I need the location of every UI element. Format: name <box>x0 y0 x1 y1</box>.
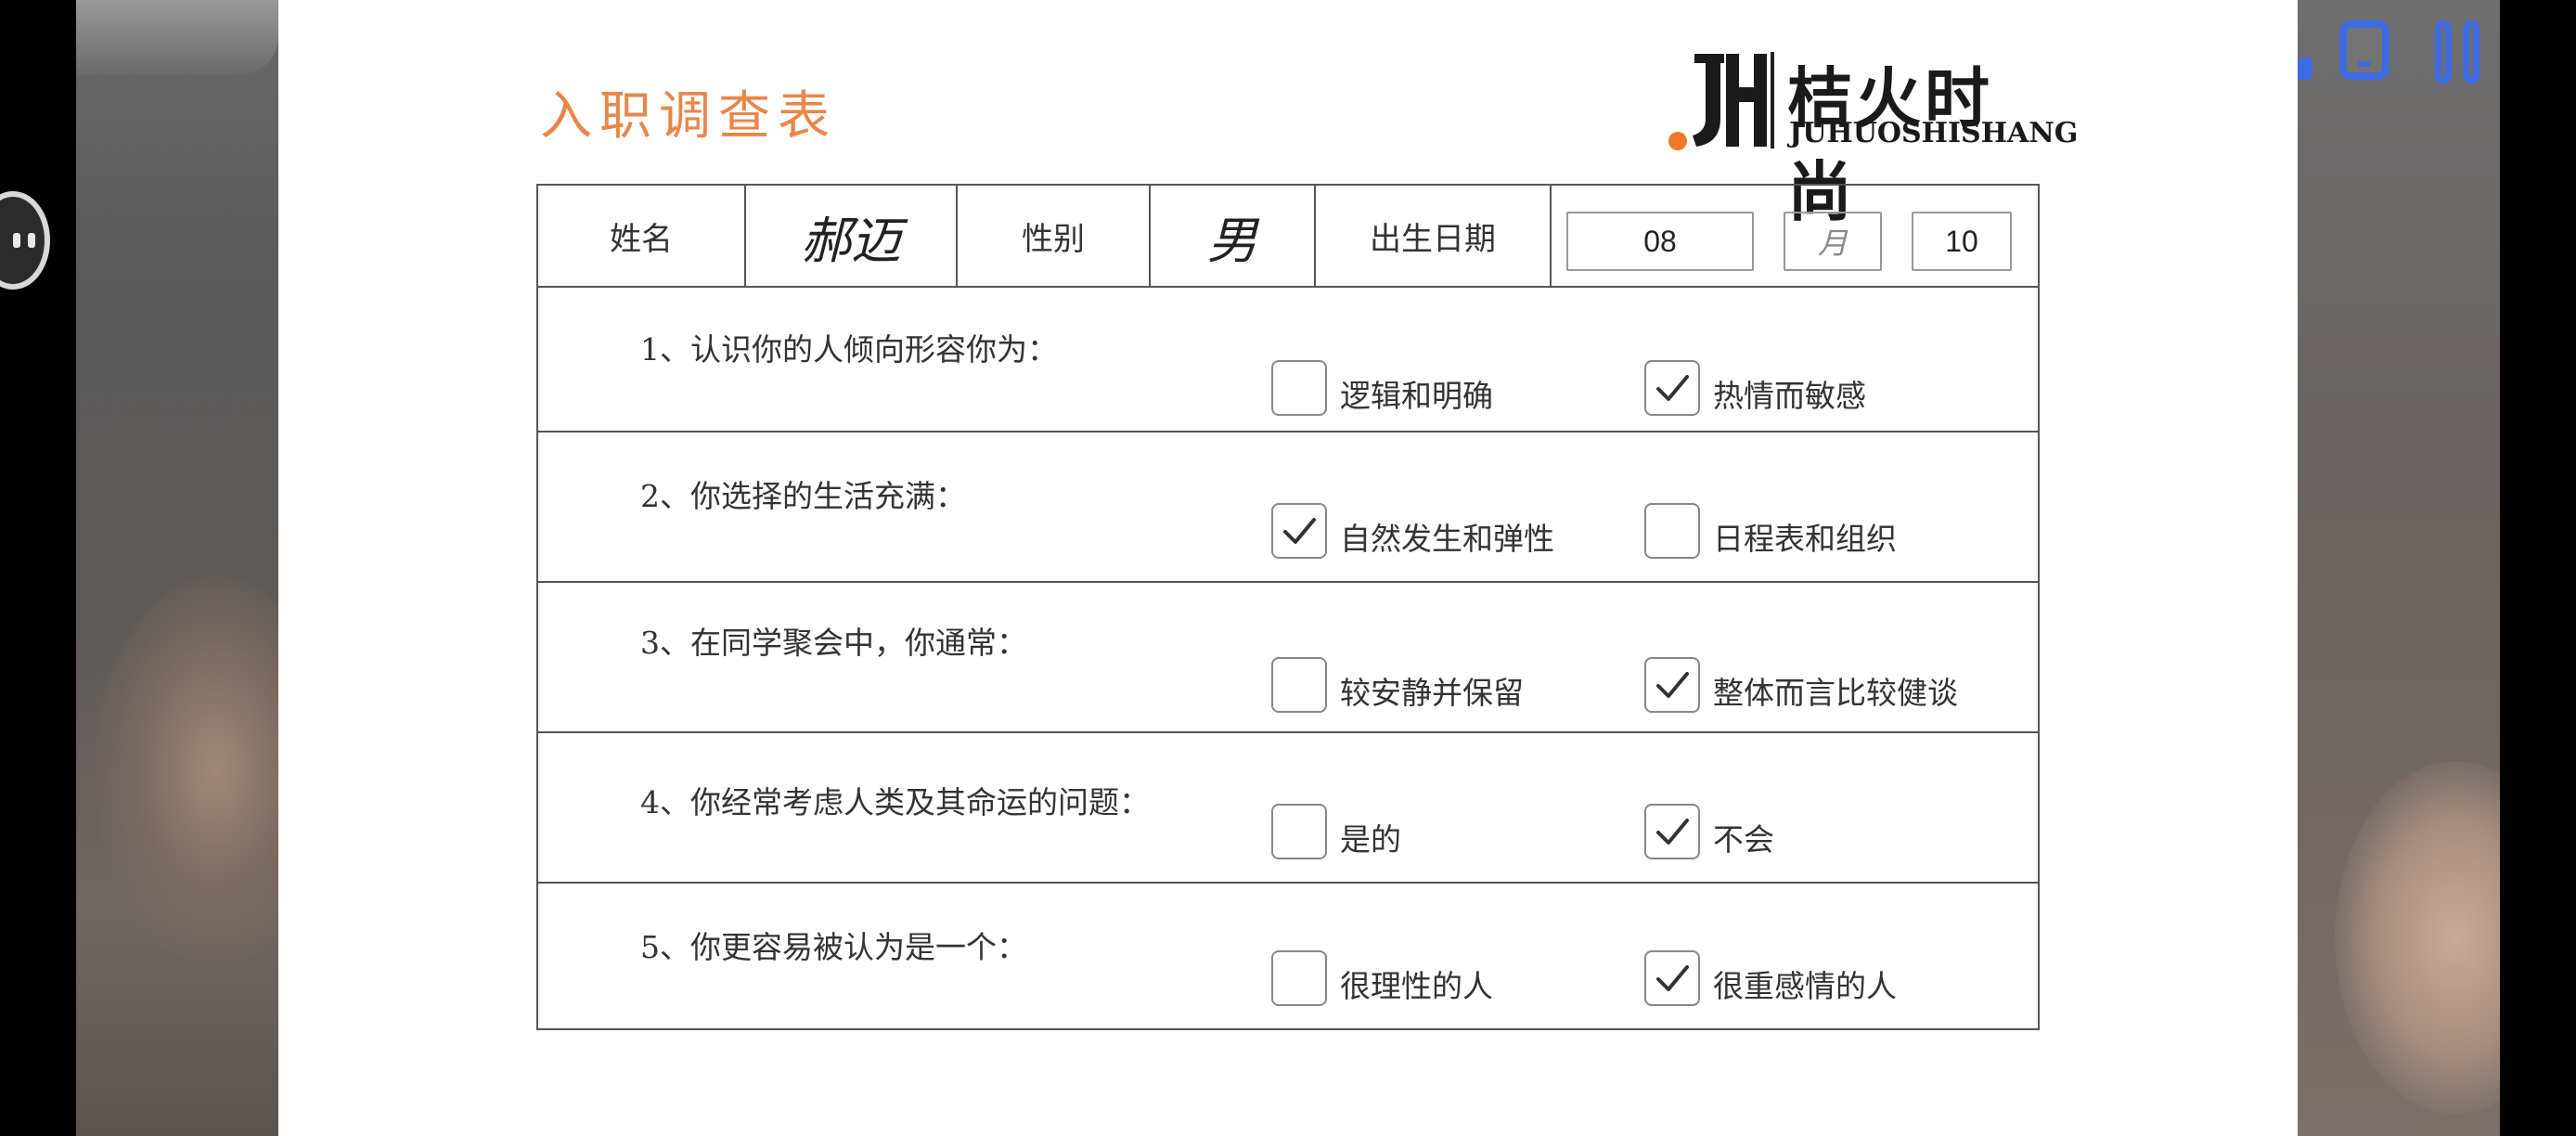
logo-text-en: JUHUOSHISHANG <box>1789 117 2079 149</box>
player-partial-icon[interactable] <box>2296 58 2312 80</box>
option-label: 很理性的人 <box>1340 968 1493 1004</box>
brand-logo: 桔火时尚 JUHUOSHISHANG <box>1668 48 2078 230</box>
birth-month-field[interactable]: 08 <box>1566 212 1754 271</box>
checkbox-empty[interactable] <box>1271 360 1327 416</box>
question-row: 1、认识你的人倾向形容你为： 逻辑和明确 热情而敏感 <box>538 286 2038 432</box>
option-checkbox[interactable]: 热情而敏感 <box>1644 360 1866 416</box>
form-header-row: 姓名 郝迈 性别 男 出生日期 08 月 10 <box>538 186 2038 288</box>
question-text: 3、在同学聚会中，你通常： <box>640 625 1027 661</box>
option-label: 是的 <box>1340 821 1401 858</box>
option-label: 逻辑和明确 <box>1340 378 1493 414</box>
tablet-icon[interactable] <box>2339 20 2389 80</box>
checkmark-icon <box>1656 965 1689 991</box>
checkbox-empty[interactable] <box>1271 950 1327 1006</box>
checkmark-icon <box>1656 819 1689 845</box>
question-text: 2、你选择的生活充满： <box>640 478 966 514</box>
option-checkbox[interactable]: 自然发生和弹性 <box>1271 503 1554 559</box>
option-label: 热情而敏感 <box>1713 378 1866 414</box>
question-row: 2、你选择的生活充满： 自然发生和弹性 日程表和组织 <box>538 432 2038 583</box>
pause-icon[interactable] <box>2435 20 2491 84</box>
checkbox-checked[interactable] <box>1644 804 1700 859</box>
option-checkbox[interactable]: 不会 <box>1644 804 1774 859</box>
name-label: 姓名 <box>538 186 746 286</box>
birth-date-label: 出生日期 <box>1316 186 1552 286</box>
option-label: 自然发生和弹性 <box>1340 521 1554 557</box>
question-text: 4、你经常考虑人类及其命运的问题： <box>640 784 1150 820</box>
option-checkbox[interactable]: 逻辑和明确 <box>1271 360 1493 416</box>
birth-day-field[interactable]: 10 <box>1912 212 2012 271</box>
birth-month-unit: 月 <box>1784 212 1882 271</box>
checkbox-checked[interactable] <box>1644 657 1700 713</box>
checkmark-icon <box>1656 375 1689 401</box>
question-row: 5、你更容易被认为是一个： 很理性的人 很重感情的人 <box>538 884 2038 1028</box>
checkbox-checked[interactable] <box>1644 360 1700 416</box>
checkbox-checked[interactable] <box>1644 950 1700 1006</box>
checkbox-empty[interactable] <box>1644 503 1700 559</box>
left-background-blur <box>76 0 336 1136</box>
gender-label: 性别 <box>958 186 1151 286</box>
option-label: 不会 <box>1713 821 1774 858</box>
option-checkbox[interactable]: 日程表和组织 <box>1644 503 1897 559</box>
option-label: 很重感情的人 <box>1713 968 1897 1004</box>
checkmark-icon <box>1283 518 1316 544</box>
gender-value[interactable]: 男 <box>1151 186 1316 286</box>
option-label: 整体而言比较健谈 <box>1713 675 1958 711</box>
checkbox-checked[interactable] <box>1271 503 1327 559</box>
right-letterbox <box>2500 0 2576 1136</box>
checkbox-empty[interactable] <box>1271 804 1327 859</box>
name-value[interactable]: 郝迈 <box>746 186 958 286</box>
option-checkbox[interactable]: 较安静并保留 <box>1271 657 1524 713</box>
question-text: 5、你更容易被认为是一个： <box>640 929 1027 965</box>
logo-dot <box>1668 132 1687 150</box>
survey-form: 姓名 郝迈 性别 男 出生日期 08 月 10 1、认识你的人倾向形容你为： 逻… <box>536 184 2040 1030</box>
page-title: 入职调查表 <box>540 86 837 147</box>
option-label: 较安静并保留 <box>1340 675 1524 711</box>
checkbox-empty[interactable] <box>1271 657 1327 713</box>
question-text: 1、认识你的人倾向形容你为： <box>640 331 1058 368</box>
option-checkbox[interactable]: 整体而言比较健谈 <box>1644 657 1958 713</box>
right-background-blur <box>2298 0 2576 1136</box>
survey-slide: 入职调查表 桔火时尚 JUHUOSHISHANG 姓名 郝迈 性别 男 出生日期… <box>278 0 2298 1136</box>
option-checkbox[interactable]: 是的 <box>1271 804 1401 859</box>
option-checkbox[interactable]: 很重感情的人 <box>1644 950 1897 1006</box>
question-row: 3、在同学聚会中，你通常： 较安静并保留 整体而言比较健谈 <box>538 583 2038 733</box>
logo-divider <box>1771 52 1774 148</box>
left-letterbox <box>0 0 76 1136</box>
option-label: 日程表和组织 <box>1713 521 1897 557</box>
question-row: 4、你经常考虑人类及其命运的问题： 是的 不会 <box>538 733 2038 884</box>
option-checkbox[interactable]: 很理性的人 <box>1271 950 1493 1006</box>
checkmark-icon <box>1656 672 1689 698</box>
